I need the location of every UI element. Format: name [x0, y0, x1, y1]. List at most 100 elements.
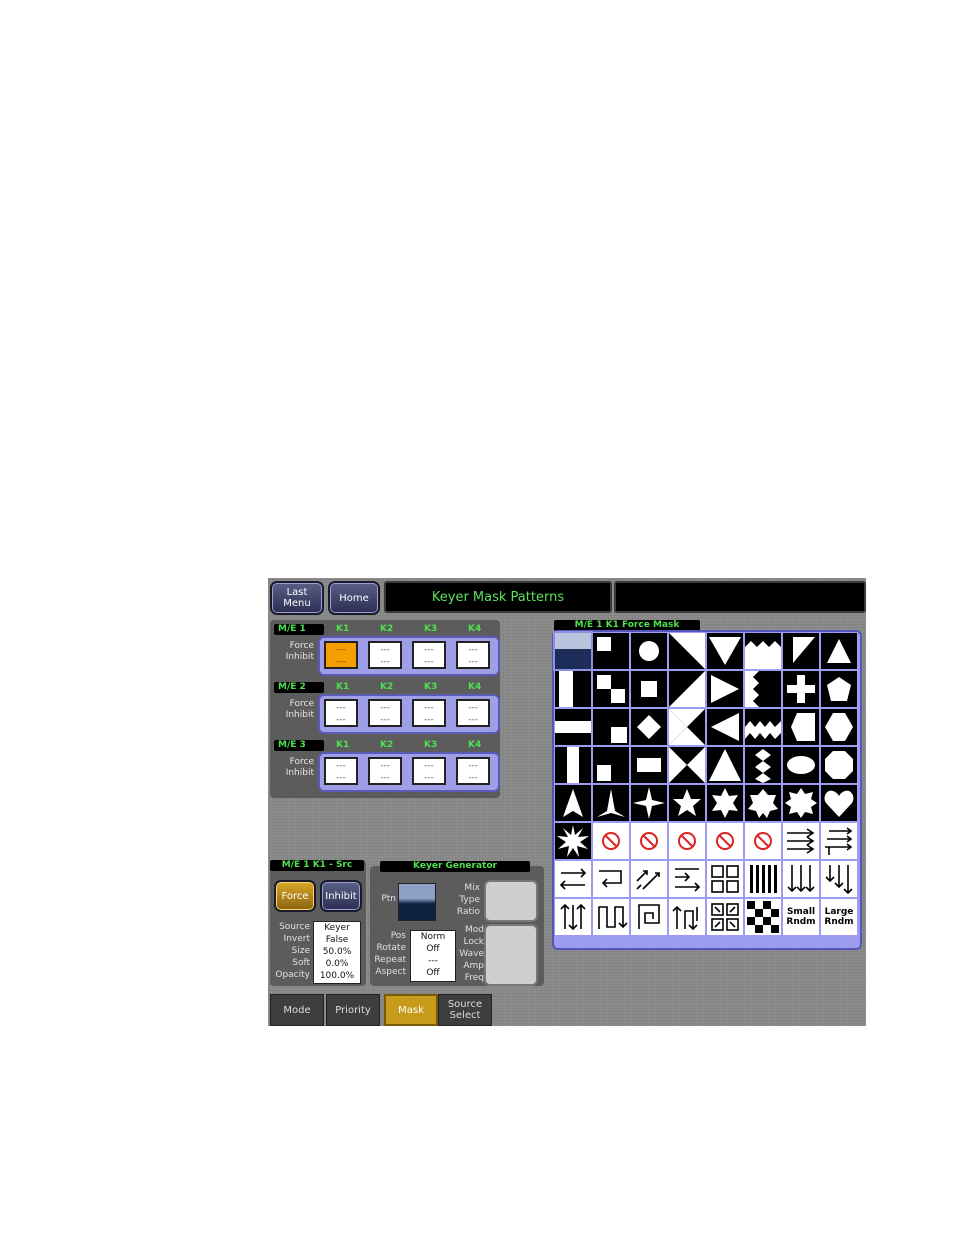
arrow-right-pattern[interactable]: [707, 671, 743, 707]
mix-control[interactable]: [484, 880, 538, 922]
unavailable-pattern[interactable]: [593, 823, 629, 859]
arrows-diagonal-pattern[interactable]: [631, 861, 667, 897]
pentagon-pattern[interactable]: [821, 671, 857, 707]
bowtie-pattern[interactable]: [669, 747, 705, 783]
zigzag-vertical-pattern[interactable]: [745, 747, 781, 783]
vertical-stripes-pattern[interactable]: [745, 861, 781, 897]
x-cross-pattern[interactable]: [669, 709, 705, 745]
checkerboard-pattern[interactable]: [745, 899, 781, 935]
heart-pattern[interactable]: [821, 785, 857, 821]
bar-vertical-pattern[interactable]: [555, 747, 591, 783]
position-param-value: ---: [428, 956, 438, 966]
bar-horizontal-pattern[interactable]: [555, 709, 591, 745]
tab-source-select[interactable]: Source Select: [438, 994, 492, 1026]
force-button[interactable]: Force: [274, 880, 316, 912]
star-8-pattern[interactable]: [783, 785, 819, 821]
tab-mask[interactable]: Mask: [384, 994, 438, 1026]
tab-priority[interactable]: Priority: [326, 994, 380, 1026]
star-5-pattern[interactable]: [669, 785, 705, 821]
tab-mode[interactable]: Mode: [270, 994, 324, 1026]
rectangle-pattern[interactable]: [631, 747, 667, 783]
triangle-up-pattern[interactable]: [821, 633, 857, 669]
inhibit-value: ---: [468, 773, 478, 783]
modulation-control[interactable]: [484, 924, 538, 986]
zigzag-h-pattern[interactable]: [745, 709, 781, 745]
key-button[interactable]: --- ---: [324, 757, 358, 785]
zigzag-v-pattern[interactable]: [745, 671, 781, 707]
arrows-right-step-pattern[interactable]: [821, 823, 857, 859]
force-value: ---: [424, 761, 434, 771]
block-corner-pattern[interactable]: [593, 747, 629, 783]
arrows-down-stacked-pattern[interactable]: [783, 861, 819, 897]
source-values-box[interactable]: Keyer False 50.0% 0.0% 100.0%: [313, 921, 361, 984]
arrow-left-pattern[interactable]: [707, 709, 743, 745]
unavailable-pattern[interactable]: [631, 823, 667, 859]
v-wipe-pattern[interactable]: [707, 633, 743, 669]
pattern-preview[interactable]: [398, 883, 436, 921]
hexagon-pattern[interactable]: [821, 709, 857, 745]
triangle-big-pattern[interactable]: [707, 747, 743, 783]
unavailable-pattern[interactable]: [707, 823, 743, 859]
star-3-pattern[interactable]: [593, 785, 629, 821]
diagonal-2-pattern[interactable]: [669, 671, 705, 707]
inhibit-button[interactable]: Inhibit: [320, 880, 362, 912]
arrows-right-stacked-pattern[interactable]: [783, 823, 819, 859]
key-button[interactable]: --- ---: [412, 757, 446, 785]
block-bottom-pattern[interactable]: [593, 709, 629, 745]
diagonal-pattern[interactable]: [669, 633, 705, 669]
corner-box-pattern[interactable]: [593, 671, 629, 707]
key-button[interactable]: --- ---: [324, 641, 358, 669]
home-button[interactable]: Home: [328, 581, 380, 615]
inhibit-value: ---: [336, 773, 346, 783]
star-4-pattern[interactable]: [631, 785, 667, 821]
arrows-down-step-pattern[interactable]: [821, 861, 857, 897]
last-menu-button[interactable]: Last Menu: [270, 581, 324, 615]
key-button[interactable]: --- ---: [412, 699, 446, 727]
inhibit-label: Inhibit: [285, 652, 314, 662]
square-pattern[interactable]: [631, 671, 667, 707]
box-corner-pattern[interactable]: [593, 633, 629, 669]
arrows-quad-pattern[interactable]: [707, 861, 743, 897]
large-random-pattern[interactable]: Large Rndm: [821, 899, 857, 935]
arrows-updown-pair-pattern[interactable]: [669, 899, 705, 935]
checker-wipe-pattern[interactable]: [553, 631, 593, 671]
unavailable-pattern[interactable]: [669, 823, 705, 859]
key-button[interactable]: --- ---: [368, 641, 402, 669]
half-hex-pattern[interactable]: [783, 709, 819, 745]
position-values-box[interactable]: Norm Off --- Off: [410, 930, 456, 982]
arrows-bidirectional-pattern[interactable]: [555, 861, 591, 897]
status-display: [614, 581, 866, 613]
mod-param-label: Lock: [463, 937, 484, 947]
key-button[interactable]: --- ---: [456, 641, 490, 669]
star-6-pattern[interactable]: [707, 785, 743, 821]
arrows-return-pattern[interactable]: [593, 861, 629, 897]
key-button[interactable]: --- ---: [456, 699, 490, 727]
arrows-split-pattern[interactable]: [669, 861, 705, 897]
key-button[interactable]: --- ---: [412, 641, 446, 669]
small-random-pattern[interactable]: Small Rndm: [783, 899, 819, 935]
arrows-snake-pattern[interactable]: [593, 899, 629, 935]
starburst-pattern[interactable]: [555, 823, 591, 859]
key-label: K1: [336, 682, 350, 692]
arrows-spiral-pattern[interactable]: [631, 899, 667, 935]
octagon-pattern[interactable]: [821, 747, 857, 783]
bar-left-pattern[interactable]: [555, 671, 591, 707]
ellipse-pattern[interactable]: [783, 747, 819, 783]
corner-triangle-pattern[interactable]: [783, 633, 819, 669]
key-button[interactable]: --- ---: [456, 757, 490, 785]
arrows-up-down-pattern[interactable]: [555, 899, 591, 935]
star-7-pattern[interactable]: [745, 785, 781, 821]
force-value: ---: [468, 645, 478, 655]
arrows-quad-in-pattern[interactable]: [707, 899, 743, 935]
circle-pattern[interactable]: [631, 633, 667, 669]
me-row-label: M/E 1: [274, 624, 324, 635]
key-button[interactable]: --- ---: [368, 699, 402, 727]
key-button[interactable]: --- ---: [368, 757, 402, 785]
cross-pattern[interactable]: [783, 671, 819, 707]
zigzag-pattern[interactable]: [745, 633, 781, 669]
unavailable-pattern[interactable]: [745, 823, 781, 859]
diamond-pattern[interactable]: [631, 709, 667, 745]
key-button[interactable]: --- ---: [324, 699, 358, 727]
arrowhead-pattern[interactable]: [555, 785, 591, 821]
key-label: K4: [468, 740, 482, 750]
